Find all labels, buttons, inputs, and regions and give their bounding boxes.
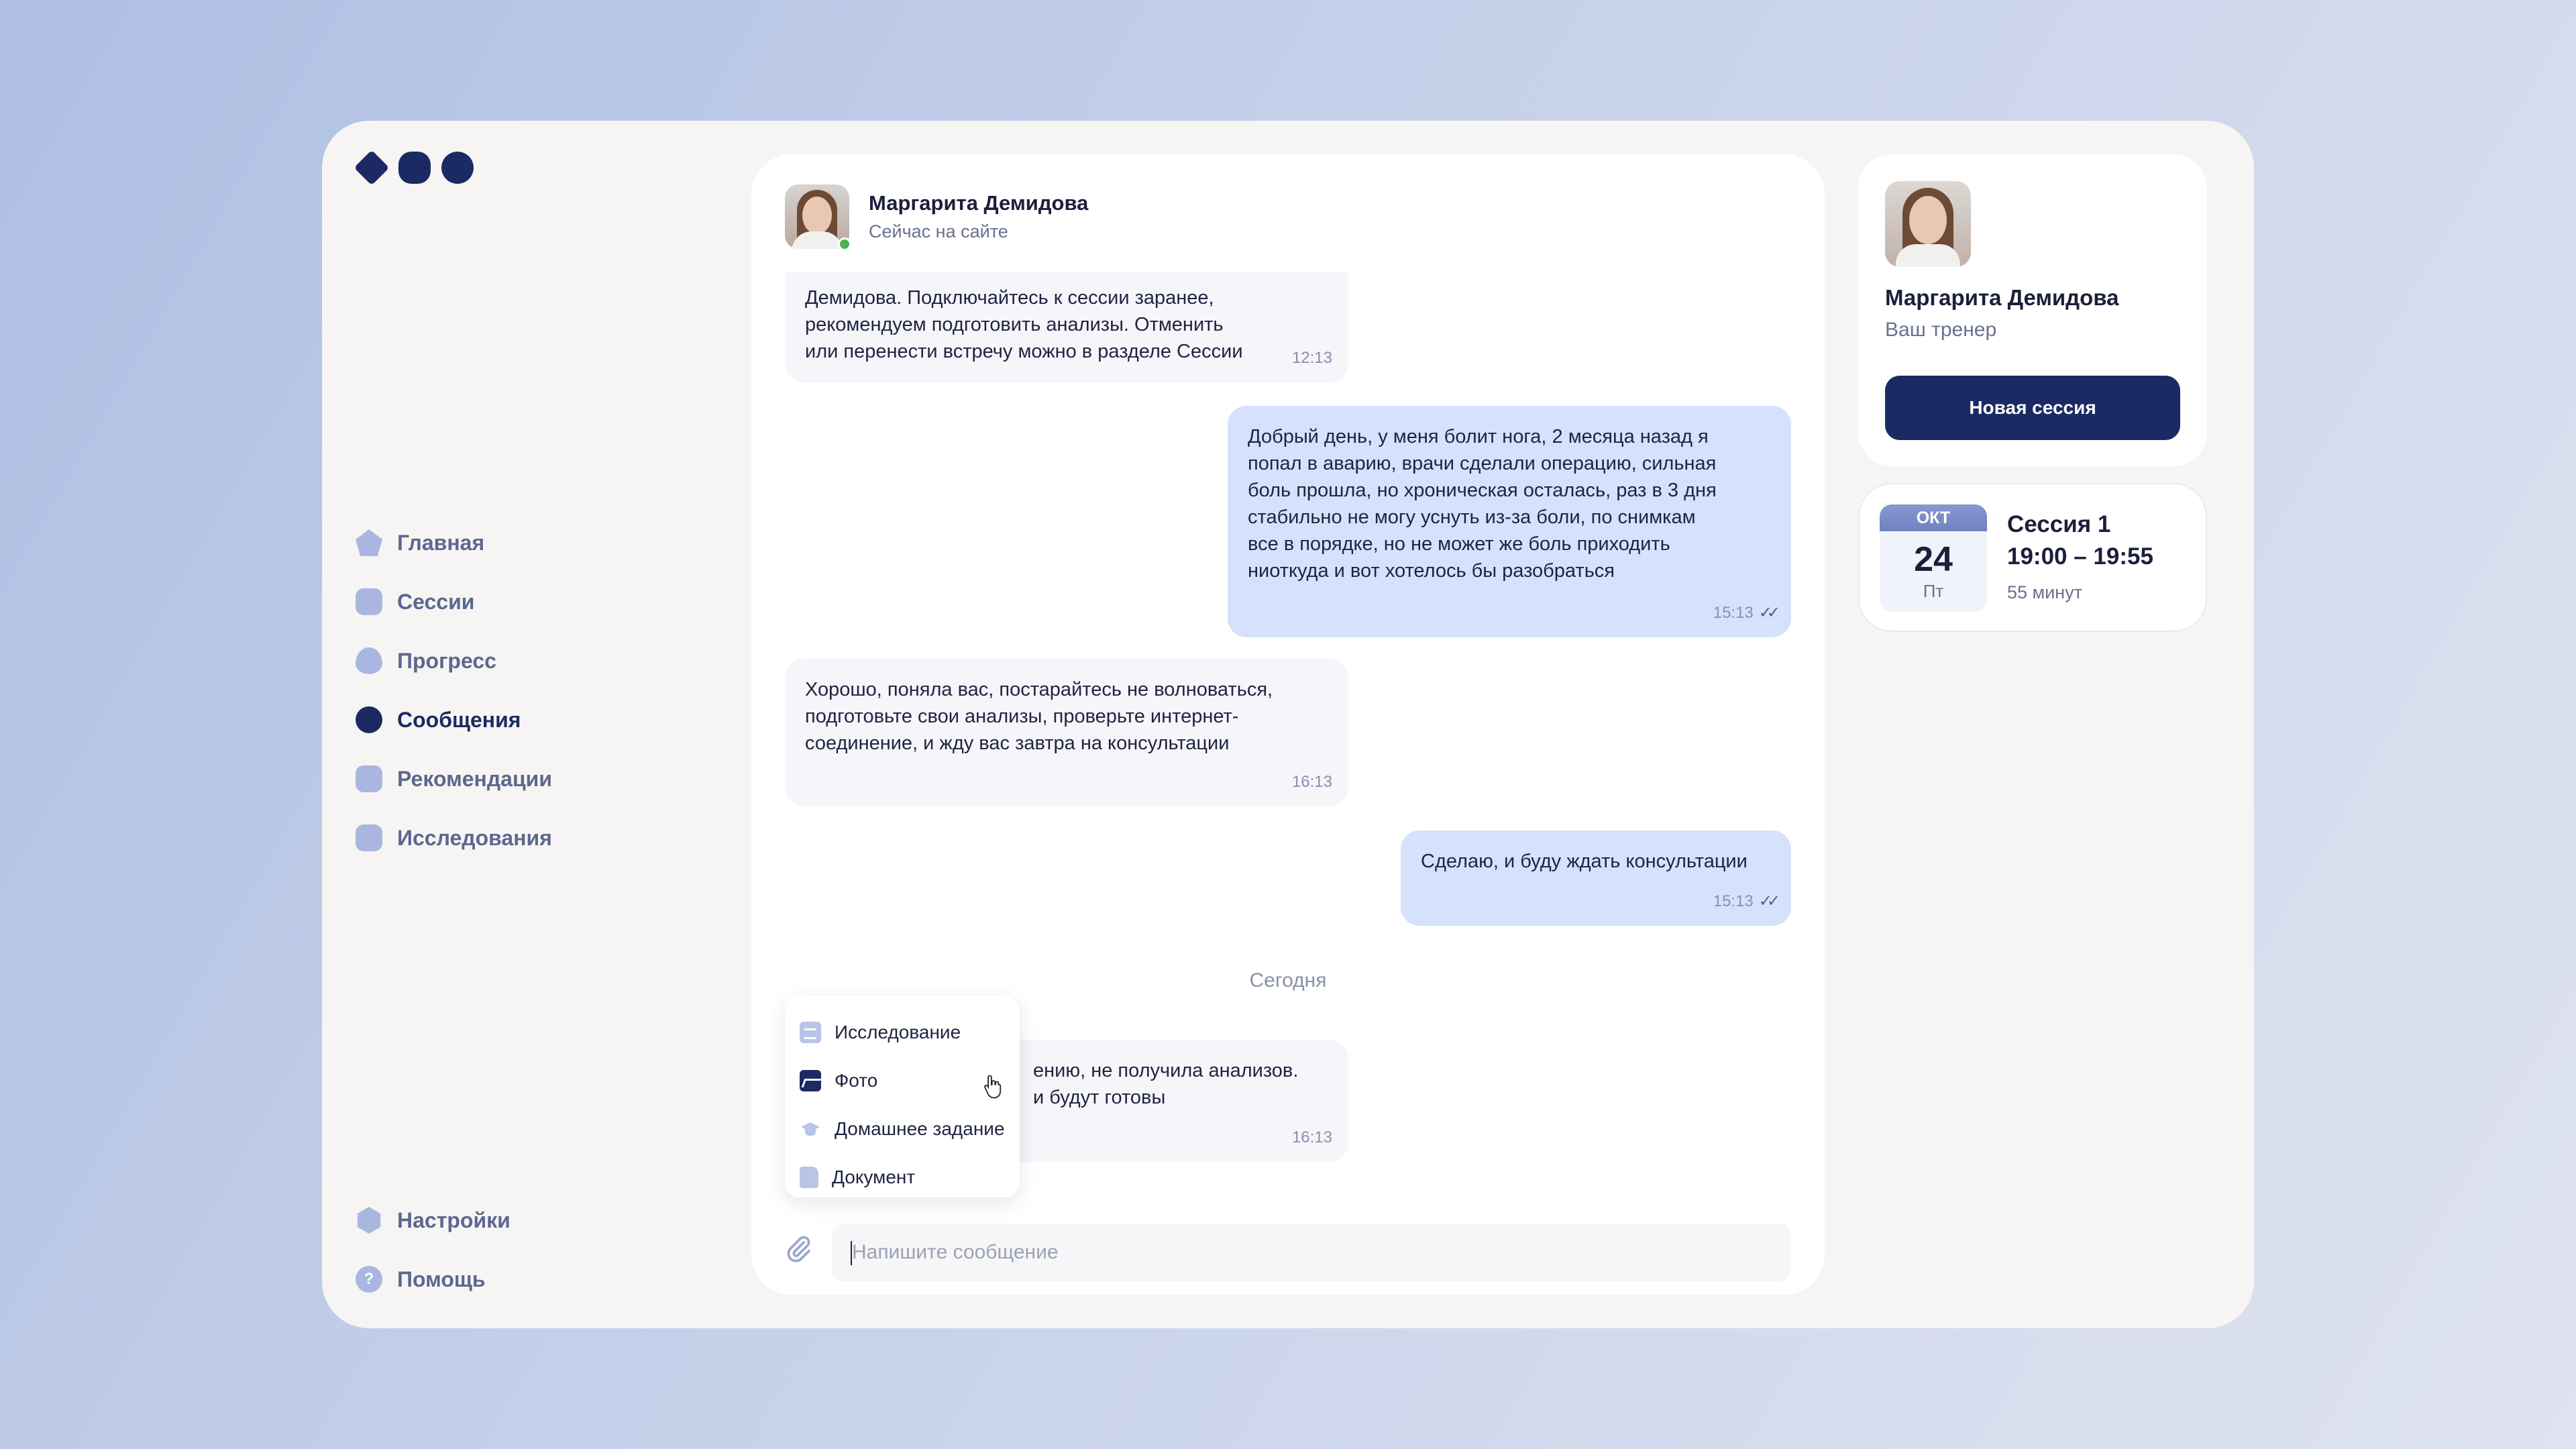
sidebar-item-sessions[interactable]: Сессии bbox=[356, 572, 552, 631]
attach-homework-item[interactable]: Домашнее задание bbox=[800, 1105, 1005, 1153]
message-text: Демидова. Подключайтесь к сессии заранее… bbox=[805, 287, 1243, 362]
sidebar-nav: Главная Сессии Прогресс Сообщения Рекоме… bbox=[356, 513, 552, 867]
attach-research-item[interactable]: Исследование bbox=[800, 1008, 1005, 1057]
photo-icon bbox=[800, 1070, 821, 1091]
recommendations-icon bbox=[356, 765, 382, 792]
research-icon bbox=[356, 824, 382, 851]
trainer-profile-card: Маргарита Демидова Ваш тренер Новая сесс… bbox=[1858, 154, 2207, 466]
message-time: 16:13 bbox=[1291, 1128, 1332, 1146]
message-time: 15:13 bbox=[1713, 604, 1754, 622]
message-text: Хорошо, поняла вас, постарайтесь не волн… bbox=[805, 679, 1273, 754]
new-session-button[interactable]: Новая сессия bbox=[1885, 376, 2180, 440]
logo-circle-icon bbox=[441, 152, 474, 184]
message-time: 12:13 bbox=[1291, 349, 1332, 367]
sidebar-item-label: Помощь bbox=[397, 1267, 486, 1291]
avatar-face bbox=[1909, 196, 1947, 244]
sidebar-item-messages[interactable]: Сообщения bbox=[356, 690, 552, 749]
app-window: Главная Сессии Прогресс Сообщения Рекоме… bbox=[322, 121, 2254, 1328]
session-date-box: ОКТ 24 Пт bbox=[1880, 504, 1987, 612]
session-weekday: Пт bbox=[1923, 581, 1944, 601]
session-card[interactable]: ОКТ 24 Пт Сессия 1 19:00 – 19:55 55 мину… bbox=[1858, 483, 2207, 632]
message-bubble-incoming: Хорошо, поняла вас, постарайтесь не волн… bbox=[785, 659, 1348, 806]
chat-header: Маргарита Демидова Сейчас на сайте bbox=[751, 154, 1825, 272]
video-icon bbox=[356, 588, 382, 615]
date-separator: Сегодня bbox=[1249, 969, 1327, 991]
menu-item-label: Документ bbox=[832, 1167, 916, 1187]
message-time: 15:13 bbox=[1713, 892, 1754, 910]
message-bubble-outgoing: Добрый день, у меня болит нога, 2 месяца… bbox=[1228, 406, 1791, 637]
sidebar-item-recommendations[interactable]: Рекомендации bbox=[356, 749, 552, 808]
home-icon bbox=[356, 529, 382, 556]
sidebar-item-label: Сообщения bbox=[397, 707, 521, 732]
message-bubble-outgoing: Сделаю, и буду ждать консультации 15:13 ✓… bbox=[1401, 830, 1791, 926]
sidebar-bottom-nav: Настройки ? Помощь bbox=[356, 1191, 511, 1309]
contact-status: Сейчас на сайте bbox=[869, 221, 1008, 241]
hand-cursor-icon bbox=[984, 1075, 1002, 1099]
logo bbox=[354, 150, 474, 186]
logo-diamond-icon bbox=[354, 150, 390, 186]
menu-item-label: Домашнее задание bbox=[835, 1118, 1005, 1139]
sidebar-item-research[interactable]: Исследования bbox=[356, 808, 552, 867]
progress-icon bbox=[356, 647, 382, 674]
session-time: 19:00 – 19:55 bbox=[2007, 543, 2153, 570]
settings-icon bbox=[357, 1207, 381, 1234]
trainer-role: Ваш тренер bbox=[1885, 319, 1997, 341]
sidebar-item-label: Прогресс bbox=[397, 648, 496, 673]
session-month: ОКТ bbox=[1880, 504, 1987, 531]
avatar-body bbox=[1896, 244, 1960, 267]
chat-panel: Маргарита Демидова Сейчас на сайте Демид… bbox=[751, 154, 1825, 1295]
text-caret bbox=[851, 1241, 852, 1265]
message-text: Сделаю, и буду ждать консультации bbox=[1421, 851, 1748, 872]
research-icon bbox=[800, 1022, 821, 1043]
message-input[interactable] bbox=[832, 1224, 1791, 1281]
logo-flower-icon bbox=[398, 152, 431, 184]
message-meta: 15:13 ✓✓ bbox=[1713, 600, 1780, 627]
message-text: Добрый день, у меня болит нога, 2 месяца… bbox=[1248, 426, 1717, 582]
online-status-dot bbox=[838, 237, 851, 251]
read-checkmarks-icon: ✓✓ bbox=[1758, 604, 1780, 622]
help-icon: ? bbox=[356, 1266, 382, 1293]
session-title: Сессия 1 bbox=[2007, 511, 2111, 537]
paperclip-icon[interactable] bbox=[784, 1234, 813, 1264]
sidebar-item-label: Исследования bbox=[397, 825, 552, 850]
sidebar-item-progress[interactable]: Прогресс bbox=[356, 631, 552, 690]
message-input-row bbox=[751, 1201, 1825, 1295]
avatar-face bbox=[802, 197, 832, 234]
session-duration: 55 минут bbox=[2007, 582, 2082, 602]
chat-icon bbox=[356, 706, 382, 733]
session-day: 24 bbox=[1914, 540, 1953, 579]
sidebar-item-help[interactable]: ? Помощь bbox=[356, 1250, 511, 1309]
homework-icon bbox=[800, 1118, 821, 1140]
sidebar-item-label: Главная bbox=[397, 530, 485, 555]
sidebar-item-label: Настройки bbox=[397, 1208, 511, 1232]
message-meta: 15:13 ✓✓ bbox=[1713, 888, 1780, 915]
menu-item-label: Исследование bbox=[835, 1022, 961, 1042]
trainer-name: Маргарита Демидова bbox=[1885, 285, 2119, 310]
document-icon bbox=[800, 1167, 818, 1188]
contact-name[interactable]: Маргарита Демидова bbox=[869, 191, 1088, 215]
sidebar-item-home[interactable]: Главная bbox=[356, 513, 552, 572]
attach-document-item[interactable]: Документ bbox=[800, 1153, 1005, 1201]
menu-item-label: Фото bbox=[835, 1070, 878, 1091]
sidebar-item-settings[interactable]: Настройки bbox=[356, 1191, 511, 1250]
sidebar-item-label: Сессии bbox=[397, 589, 475, 614]
message-time: 16:13 bbox=[1291, 773, 1332, 791]
avatar[interactable] bbox=[1885, 181, 1971, 267]
sidebar-item-label: Рекомендации bbox=[397, 766, 552, 791]
attach-photo-item[interactable]: Фото bbox=[800, 1057, 1005, 1105]
read-checkmarks-icon: ✓✓ bbox=[1758, 892, 1780, 910]
